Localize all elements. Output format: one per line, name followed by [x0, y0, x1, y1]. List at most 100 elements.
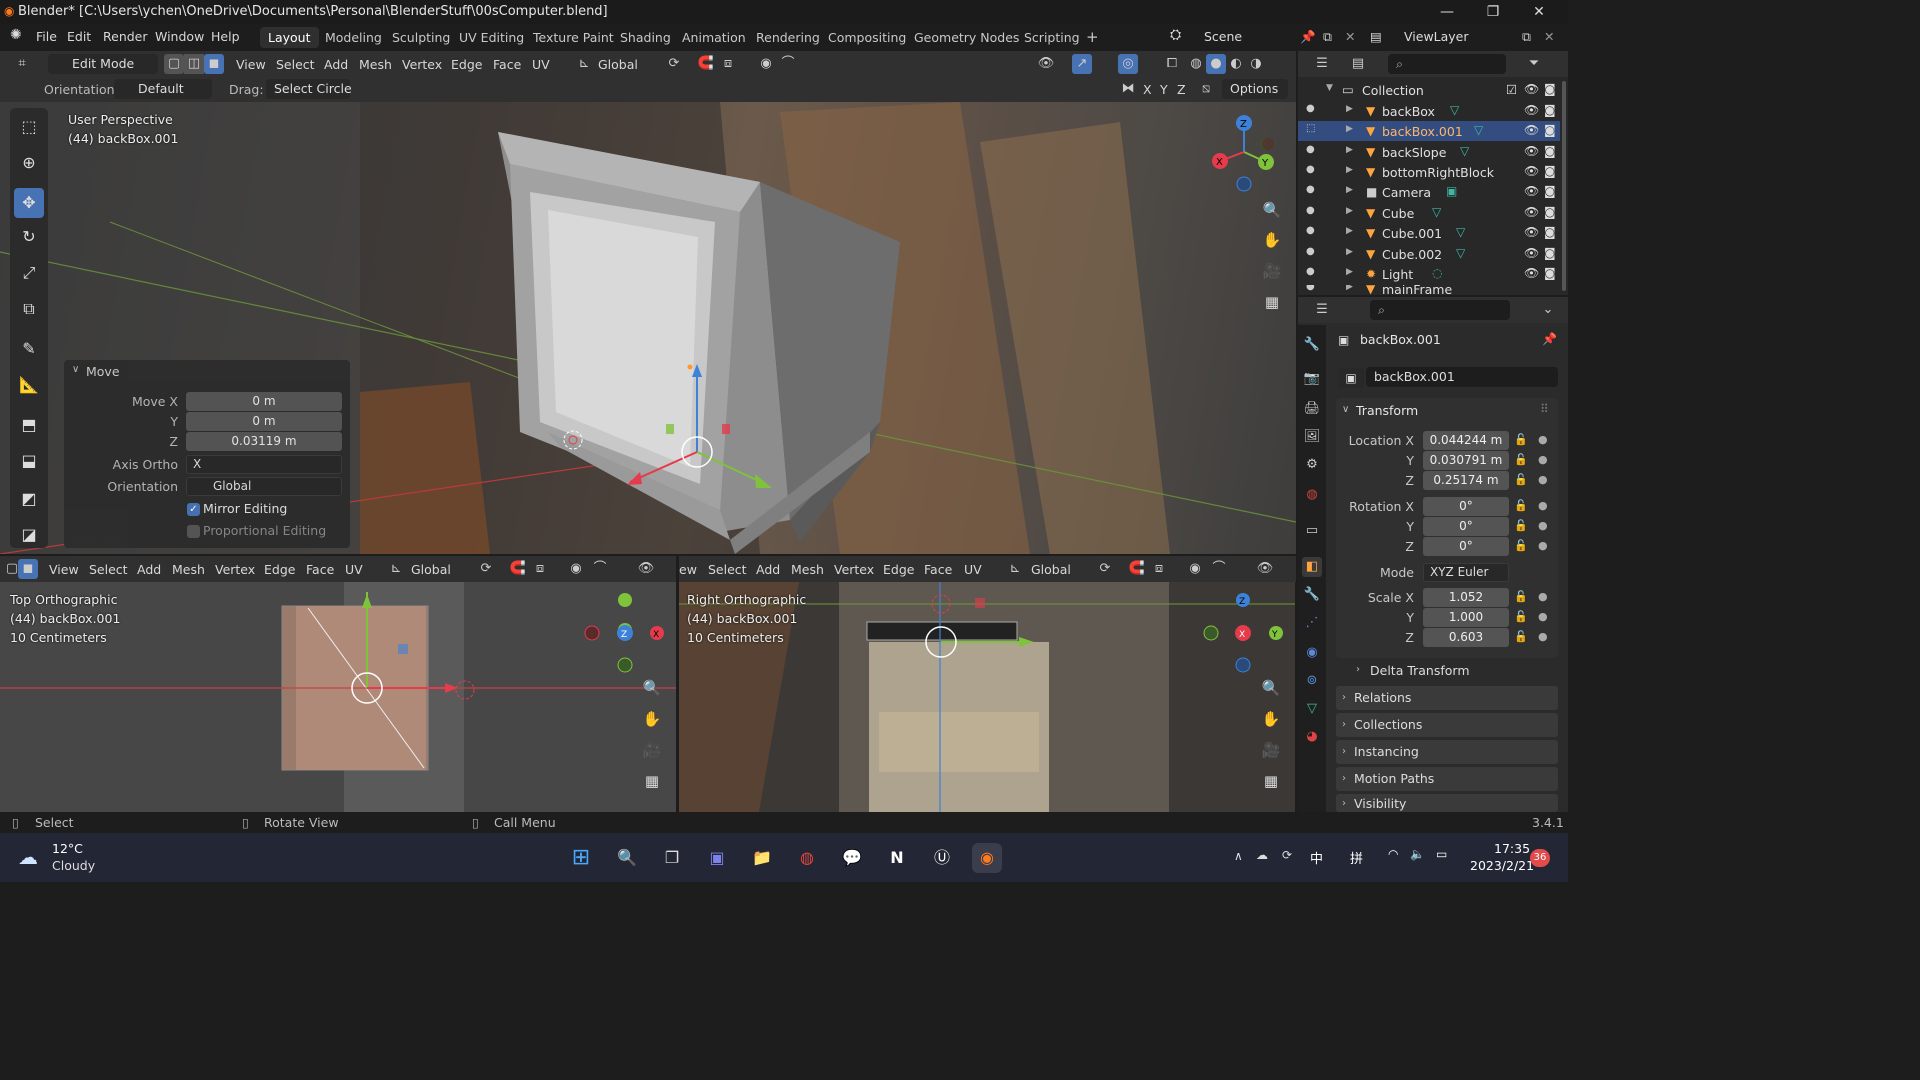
- lock-icon[interactable]: 🔓: [1514, 630, 1528, 643]
- minimize-button[interactable]: —: [1424, 0, 1470, 24]
- wifi-icon[interactable]: ◠: [1388, 847, 1398, 861]
- tab-geometry-nodes[interactable]: Geometry Nodes: [906, 27, 1027, 48]
- move-y-field[interactable]: 0 m: [186, 412, 342, 431]
- face-select-icon[interactable]: ◼: [18, 559, 38, 579]
- header-menu-add[interactable]: Add: [137, 562, 161, 577]
- rendered-shading-icon[interactable]: ◑: [1246, 54, 1266, 74]
- camera-render-icon[interactable]: ◙: [1544, 205, 1556, 219]
- snap-icon[interactable]: 🧲: [696, 54, 716, 74]
- expand-arrow-icon[interactable]: ▶: [1346, 226, 1353, 236]
- visibility-icon[interactable]: 👁: [636, 559, 656, 579]
- eye-icon[interactable]: 👁: [1524, 266, 1539, 280]
- mesh-data-icon[interactable]: ▽: [1450, 103, 1459, 117]
- options-dropdown[interactable]: Options: [1222, 79, 1288, 99]
- unreal-icon[interactable]: Ⓤ: [927, 843, 957, 873]
- location-y-field[interactable]: 0.030791 m: [1423, 451, 1509, 470]
- transform-orientation-icon[interactable]: ⊾: [574, 54, 594, 74]
- mesh-data-icon[interactable]: ▽: [1432, 205, 1441, 219]
- mesh-data-icon[interactable]: ▽: [1456, 246, 1465, 260]
- select-dot-icon[interactable]: ●: [1306, 184, 1315, 195]
- pan-hand-icon[interactable]: ✋: [1257, 705, 1285, 733]
- scale-z-field[interactable]: 0.603: [1423, 628, 1509, 647]
- sync-icon[interactable]: ⟳: [1282, 848, 1292, 862]
- weather-temp[interactable]: 12°C: [52, 841, 83, 856]
- select-dot-icon[interactable]: ●: [1306, 266, 1315, 277]
- transform-header[interactable]: Transform: [1356, 403, 1418, 418]
- orientation-dropdown[interactable]: Default: [114, 79, 212, 99]
- menu-render[interactable]: Render: [103, 29, 148, 44]
- display-mode-icon[interactable]: ▤: [1348, 54, 1368, 74]
- snap-target-icon[interactable]: ⧈: [530, 559, 550, 579]
- world-tab-icon[interactable]: ◍: [1302, 485, 1322, 505]
- mesh-data-icon[interactable]: ▽: [1474, 123, 1483, 137]
- ortho-grid-icon[interactable]: ▦: [638, 767, 666, 795]
- ime-mode[interactable]: 拼: [1350, 848, 1363, 867]
- zoom-icon[interactable]: 🔍: [638, 674, 666, 702]
- zoom-icon[interactable]: 🔍: [1257, 674, 1285, 702]
- keyframe-dot-icon[interactable]: ●: [1538, 453, 1548, 466]
- location-x-field[interactable]: 0.044244 m: [1423, 431, 1509, 450]
- outliner-search-input[interactable]: ⌕: [1388, 54, 1506, 74]
- vertex-select-icon[interactable]: ▢: [164, 54, 184, 74]
- physics-tab-icon[interactable]: ◉: [1302, 643, 1322, 663]
- tab-compositing[interactable]: Compositing: [820, 27, 914, 48]
- lock-icon[interactable]: 🔓: [1514, 539, 1528, 552]
- volume-icon[interactable]: 🔈: [1410, 847, 1425, 861]
- expand-arrow-icon[interactable]: ›: [1356, 664, 1360, 675]
- expand-arrow-icon[interactable]: ›: [1342, 794, 1346, 814]
- pivot-point-icon[interactable]: ⟳: [664, 54, 684, 74]
- mirror-editing-checkbox[interactable]: ✓: [187, 503, 200, 516]
- scale-tool-icon[interactable]: ⤢: [14, 258, 44, 288]
- remove-scene-icon[interactable]: ✕: [1345, 29, 1355, 44]
- scale-y-field[interactable]: 1.000: [1423, 608, 1509, 627]
- outliner-item[interactable]: ● ▶ ▼ Cube.002 ▽ 👁 ◙: [1298, 244, 1560, 264]
- camera-render-icon[interactable]: ◙: [1544, 123, 1556, 137]
- expand-arrow-icon[interactable]: ›: [1342, 740, 1346, 764]
- header-menu-edge[interactable]: Edge: [883, 562, 914, 577]
- scene-selector-icon[interactable]: ⛭: [1170, 27, 1181, 43]
- menu-edit[interactable]: Edit: [67, 29, 91, 44]
- proportional-edit-icon[interactable]: ◉: [1185, 559, 1205, 579]
- proportional-edit-icon[interactable]: ◉: [756, 54, 776, 74]
- transform-orientation-dropdown[interactable]: Global: [598, 57, 638, 72]
- visibility-section[interactable]: › Visibility: [1336, 794, 1558, 812]
- face-select-icon[interactable]: ◼: [204, 54, 224, 74]
- ortho-grid-icon[interactable]: ▦: [1257, 767, 1285, 795]
- outliner-item[interactable]: ● ▶ ▼ Cube.001 ▽ 👁 ◙: [1298, 223, 1560, 243]
- select-dot-icon[interactable]: ●: [1306, 285, 1315, 292]
- viewlayer-field[interactable]: ViewLayer: [1396, 27, 1518, 47]
- expand-arrow-icon[interactable]: ▶: [1346, 145, 1353, 155]
- camera-render-icon[interactable]: ◙: [1544, 164, 1556, 178]
- rotate-tool-icon[interactable]: ↻: [14, 222, 44, 252]
- windows-start-icon[interactable]: ⊞: [566, 843, 596, 873]
- select-dot-icon[interactable]: ●: [1306, 103, 1315, 114]
- eye-icon[interactable]: 👁: [1524, 205, 1539, 219]
- new-scene-icon[interactable]: ⧉: [1323, 29, 1332, 45]
- overlay-icon[interactable]: ◎: [1118, 54, 1138, 74]
- rotation-x-field[interactable]: 0°: [1423, 497, 1509, 516]
- header-menu-view[interactable]: View: [236, 57, 266, 72]
- camera-render-icon[interactable]: ◙: [1544, 144, 1556, 158]
- edge-select-icon[interactable]: ◫: [184, 54, 204, 74]
- header-menu-vertex[interactable]: Vertex: [215, 562, 255, 577]
- header-menu-mesh[interactable]: Mesh: [791, 562, 824, 577]
- relations-section[interactable]: › Relations: [1336, 686, 1558, 710]
- eye-icon[interactable]: 👁: [1524, 225, 1539, 239]
- eye-icon[interactable]: 👁: [1524, 164, 1539, 178]
- tool-tab-icon[interactable]: 🔧: [1302, 335, 1322, 355]
- snap-icon[interactable]: 🧲: [508, 559, 528, 579]
- task-view-icon[interactable]: ❐: [657, 843, 687, 873]
- gizmo-icon[interactable]: ↗: [1072, 54, 1092, 74]
- navigation-gizmo[interactable]: Z Y X: [1206, 114, 1282, 198]
- eye-icon[interactable]: 👁: [1524, 144, 1539, 158]
- expand-arrow-icon[interactable]: ▶: [1346, 206, 1353, 216]
- mode-dropdown[interactable]: Edit Mode: [48, 54, 158, 74]
- transform-orientation-icon[interactable]: ⊾: [1005, 559, 1025, 579]
- header-menu-mesh[interactable]: Mesh: [172, 562, 205, 577]
- mesh-data-icon[interactable]: ▽: [1456, 225, 1465, 239]
- light-data-icon[interactable]: ◌: [1432, 266, 1442, 280]
- falloff-icon[interactable]: ⌒: [778, 54, 798, 74]
- header-menu-edge[interactable]: Edge: [451, 57, 482, 72]
- header-menu-face[interactable]: Face: [493, 57, 521, 72]
- measure-tool-icon[interactable]: 📐: [14, 370, 44, 400]
